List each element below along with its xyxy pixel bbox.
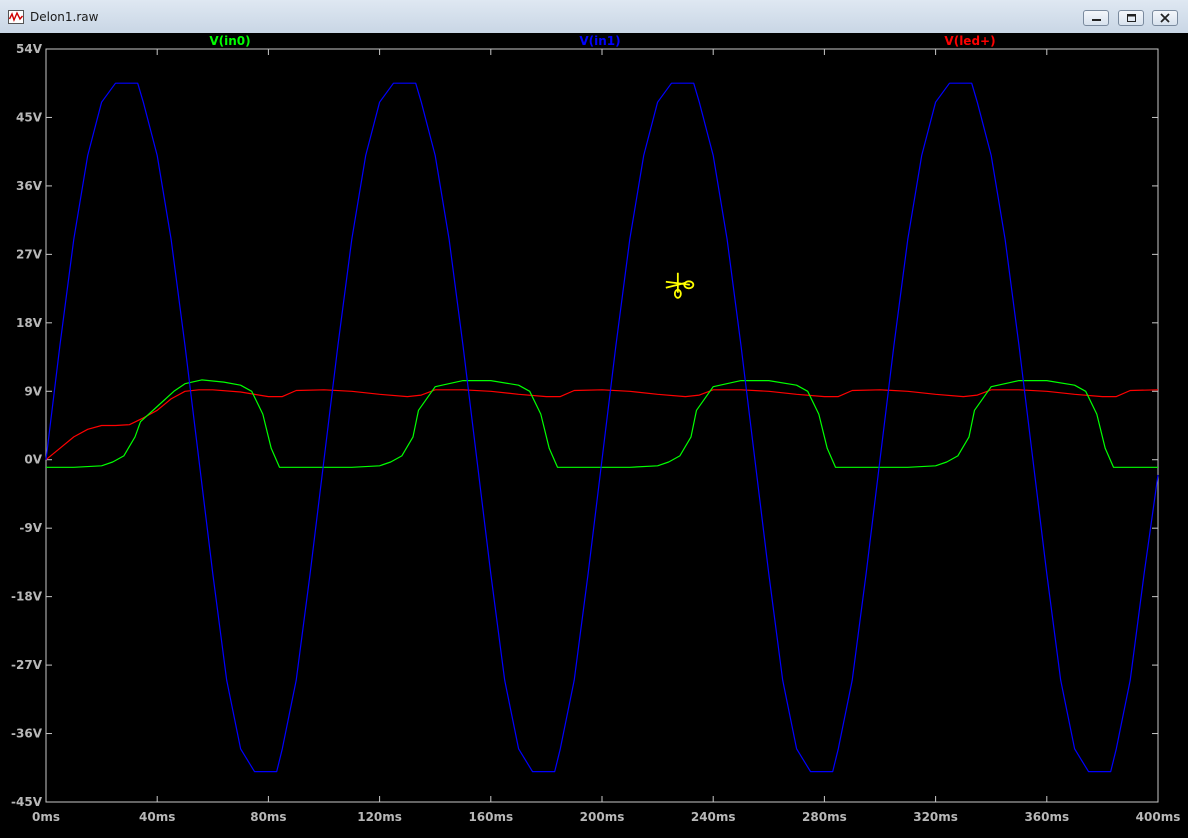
y-tick-label: 9V: [24, 384, 42, 398]
x-tick-label: 200ms: [580, 810, 625, 824]
x-tick-label: 120ms: [357, 810, 402, 824]
waveform-icon: [8, 10, 24, 24]
series-line-v-in1: [45, 82, 1159, 773]
x-tick-label: 40ms: [139, 810, 175, 824]
series-line-v-led: [45, 389, 1159, 461]
x-tick-label: 0ms: [32, 810, 60, 824]
x-tick-label: 240ms: [691, 810, 736, 824]
y-tick-label: -9V: [19, 521, 42, 535]
title-bar: Delon1.raw: [0, 0, 1188, 34]
y-tick-label: 18V: [16, 316, 43, 330]
close-button[interactable]: [1152, 10, 1178, 26]
y-tick-label: 36V: [16, 179, 43, 193]
series-line-v-in0: [46, 379, 1158, 468]
y-tick-label: 0V: [24, 453, 42, 467]
y-tick-label: 27V: [16, 247, 43, 261]
x-tick-label: 80ms: [250, 810, 286, 824]
plot-area-frame: [45, 48, 1159, 803]
legend-entry[interactable]: V(led+): [944, 34, 995, 48]
window-title: Delon1.raw: [30, 10, 99, 24]
waveform-plot[interactable]: 54V 45V 36V 27V 18V 9V 0V -9V -18V -27V -36V -45V 0…: [0, 33, 1188, 838]
minimize-button[interactable]: [1083, 10, 1109, 26]
minimize-icon: [1092, 19, 1101, 21]
y-tick-label: 45V: [16, 110, 43, 124]
x-tick-label: 280ms: [802, 810, 847, 824]
x-tick-label: 400ms: [1136, 810, 1181, 824]
x-tick-label: 160ms: [468, 810, 513, 824]
x-tick-label: 320ms: [913, 810, 958, 824]
restore-button[interactable]: [1118, 10, 1144, 26]
legend-entry[interactable]: V(in0): [209, 34, 250, 48]
y-tick-label: -18V: [11, 590, 43, 604]
y-tick-label: -45V: [11, 795, 43, 809]
y-tick-label: -27V: [11, 658, 43, 672]
restore-icon: [1127, 14, 1136, 22]
plot-pane[interactable]: 54V 45V 36V 27V 18V 9V 0V -9V -18V -27V -36V -45V 0…: [0, 33, 1188, 838]
legend-entry[interactable]: V(in1): [579, 34, 620, 48]
y-tick-label: -36V: [11, 727, 43, 741]
x-tick-label: 360ms: [1024, 810, 1069, 824]
y-tick-label: 54V: [16, 42, 43, 56]
scissors-icon: [665, 272, 695, 299]
close-icon: [1160, 13, 1170, 23]
